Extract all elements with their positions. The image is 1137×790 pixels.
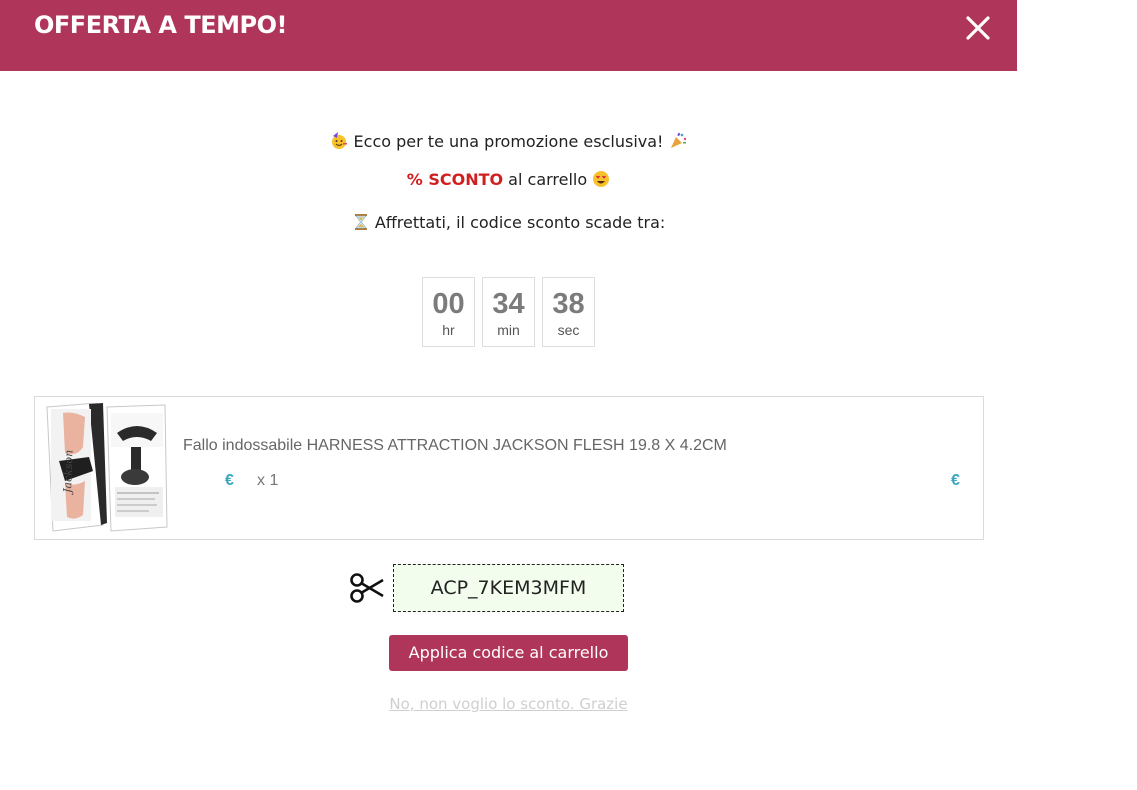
promo-line-expiry: Affrettati, il codice sconto scade tra: [0,213,1017,232]
discount-highlight: % SCONTO [406,170,504,189]
promo-line-exclusive-text: Ecco per te una promozione esclusiva! [353,132,664,151]
partying-face-icon [332,132,348,149]
party-popper-icon [670,132,686,148]
discount-rest-text: al carrello [503,170,588,189]
heart-eyes-icon [593,171,610,187]
coupon-code[interactable]: ACP_7KEM3MFM [393,564,624,612]
expiry-text: Affrettati, il codice sconto scade tra: [374,213,666,232]
countdown-timer: 00 hr 34 min 38 sec [422,277,595,347]
product-image-brand: Jackson [61,450,76,496]
timer-hours-label: hr [442,322,455,338]
timer-minutes: 34 min [482,277,535,347]
product-image: Jackson [46,403,168,532]
product-unit-price: € [225,472,234,489]
modal-header: OFFERTA A TEMPO! [0,0,1017,71]
timer-hours-value: 00 [432,288,465,320]
product-total-price: € [951,472,960,489]
promo-line-discount: % SCONTO al carrello [0,170,1017,189]
modal-title: OFFERTA A TEMPO! [34,11,287,39]
timer-seconds-label: sec [557,322,580,338]
scissors-icon [350,573,384,603]
product-quantity: x 1 [257,472,279,489]
decline-discount-link[interactable]: No, non voglio lo sconto. Grazie [0,695,1017,713]
decline-discount-text[interactable]: No, non voglio lo sconto. Grazie [389,695,627,713]
timer-seconds: 38 sec [542,277,595,347]
timer-minutes-label: min [497,322,520,338]
timer-hours: 00 hr [422,277,475,347]
timer-minutes-value: 34 [492,288,525,320]
offer-modal: OFFERTA A TEMPO! Ecco per te una promozi… [0,0,1017,790]
timer-seconds-value: 38 [552,288,585,320]
product-name: Fallo indossabile HARNESS ATTRACTION JAC… [183,437,727,454]
apply-coupon-button[interactable]: Applica codice al carrello [389,635,628,671]
close-icon[interactable] [962,12,994,44]
promo-line-exclusive: Ecco per te una promozione esclusiva! [0,132,1017,151]
product-card: Jackson Fallo indossabile HARNESS ATTRAC… [34,396,984,540]
hourglass-icon [354,214,367,230]
